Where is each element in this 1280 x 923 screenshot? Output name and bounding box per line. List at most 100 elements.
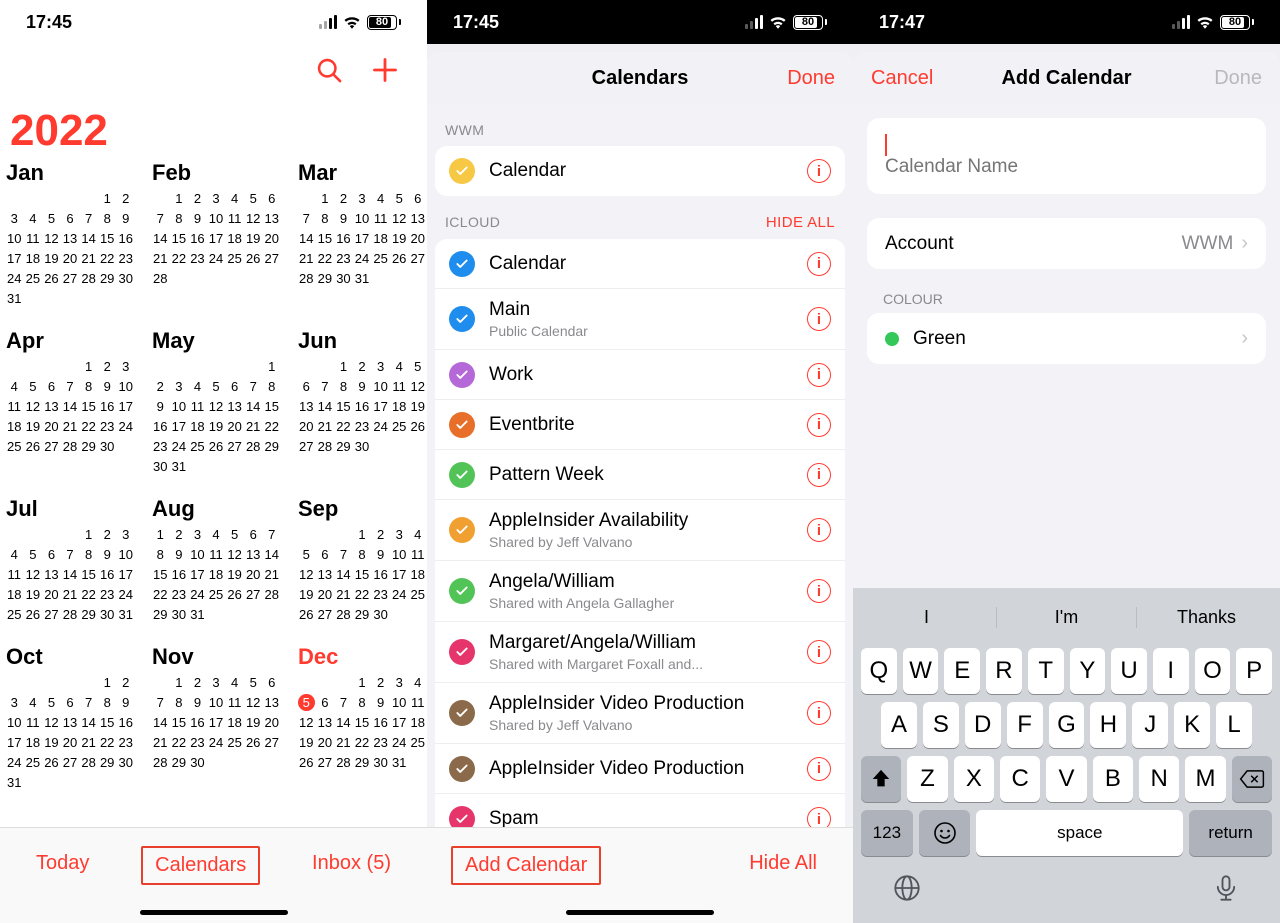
key-m[interactable]: M xyxy=(1185,756,1225,802)
space-key[interactable]: space xyxy=(976,810,1183,856)
month-may[interactable]: May0000001234567891011121314151617181920… xyxy=(152,328,280,478)
info-icon[interactable]: i xyxy=(807,413,831,437)
calendar-row[interactable]: AppleInsider Video Productioni xyxy=(435,744,845,794)
colour-row[interactable]: Green › xyxy=(867,313,1266,364)
info-icon[interactable]: i xyxy=(807,252,831,276)
month-mar[interactable]: Mar0123456789101112131415161718192021222… xyxy=(298,160,426,310)
key-h[interactable]: H xyxy=(1090,702,1126,748)
check-icon[interactable] xyxy=(449,578,475,604)
key-b[interactable]: B xyxy=(1093,756,1133,802)
suggestion[interactable]: I'm xyxy=(997,607,1137,628)
key-s[interactable]: S xyxy=(923,702,959,748)
month-jul[interactable]: Jul0000123456789101112131415161718192021… xyxy=(6,496,134,626)
key-l[interactable]: L xyxy=(1216,702,1252,748)
month-dec[interactable]: Dec0001234567891011121314151617181920212… xyxy=(298,644,426,794)
info-icon[interactable]: i xyxy=(807,463,831,487)
info-icon[interactable]: i xyxy=(807,363,831,387)
suggestion-bar[interactable]: II'mThanks xyxy=(857,594,1276,640)
month-jun[interactable]: Jun0012345678910111213141516171819202122… xyxy=(298,328,426,478)
key-z[interactable]: Z xyxy=(907,756,947,802)
key-e[interactable]: E xyxy=(944,648,980,694)
check-icon[interactable] xyxy=(449,412,475,438)
month-sep[interactable]: Sep0001234567891011121314151617181920212… xyxy=(298,496,426,626)
key-i[interactable]: I xyxy=(1153,648,1189,694)
calendar-row[interactable]: MainPublic Calendari xyxy=(435,289,845,350)
check-icon[interactable] xyxy=(449,639,475,665)
key-x[interactable]: X xyxy=(954,756,994,802)
shift-key[interactable] xyxy=(861,756,901,802)
calendar-row[interactable]: Calendari xyxy=(435,146,845,196)
check-icon[interactable] xyxy=(449,700,475,726)
suggestion[interactable]: I xyxy=(857,607,997,628)
calendar-row[interactable]: AppleInsider AvailabilityShared by Jeff … xyxy=(435,500,845,561)
calendar-row[interactable]: Margaret/Angela/WilliamShared with Marga… xyxy=(435,622,845,683)
hide-all-button[interactable]: Hide All xyxy=(737,846,829,881)
done-button[interactable]: Done xyxy=(769,52,853,104)
key-g[interactable]: G xyxy=(1049,702,1085,748)
info-icon[interactable]: i xyxy=(807,159,831,183)
check-icon[interactable] xyxy=(449,517,475,543)
key-d[interactable]: D xyxy=(965,702,1001,748)
key-a[interactable]: A xyxy=(881,702,917,748)
cancel-button[interactable]: Cancel xyxy=(853,52,951,104)
done-button[interactable]: Done xyxy=(1196,52,1280,104)
check-icon[interactable] xyxy=(449,362,475,388)
key-w[interactable]: W xyxy=(903,648,939,694)
key-t[interactable]: T xyxy=(1028,648,1064,694)
hide-all-link[interactable]: HIDE ALL xyxy=(766,214,835,231)
suggestion[interactable]: Thanks xyxy=(1137,607,1276,628)
check-icon[interactable] xyxy=(449,462,475,488)
key-y[interactable]: Y xyxy=(1070,648,1106,694)
account-row[interactable]: Account WWM › xyxy=(867,218,1266,269)
add-icon[interactable] xyxy=(371,56,399,89)
key-k[interactable]: K xyxy=(1174,702,1210,748)
home-indicator[interactable] xyxy=(140,910,288,915)
check-icon[interactable] xyxy=(449,158,475,184)
emoji-key[interactable] xyxy=(919,810,971,856)
key-v[interactable]: V xyxy=(1046,756,1086,802)
month-jan[interactable]: Jan0000012345678910111213141516171819202… xyxy=(6,160,134,310)
calendar-row[interactable]: Pattern Weeki xyxy=(435,450,845,500)
key-c[interactable]: C xyxy=(1000,756,1040,802)
globe-icon[interactable] xyxy=(893,874,921,907)
keyboard[interactable]: II'mThanks QWERTYUIOP ASDFGHJKL ZXCVBNM … xyxy=(853,588,1280,923)
calendar-name-input[interactable] xyxy=(885,156,1248,178)
info-icon[interactable]: i xyxy=(807,757,831,781)
calendar-name-row[interactable] xyxy=(867,118,1266,194)
key-n[interactable]: N xyxy=(1139,756,1179,802)
check-icon[interactable] xyxy=(449,756,475,782)
calendar-row[interactable]: AppleInsider Video ProductionShared by J… xyxy=(435,683,845,744)
info-icon[interactable]: i xyxy=(807,579,831,603)
check-icon[interactable] xyxy=(449,306,475,332)
key-o[interactable]: O xyxy=(1195,648,1231,694)
key-u[interactable]: U xyxy=(1111,648,1147,694)
key-f[interactable]: F xyxy=(1007,702,1043,748)
inbox-button[interactable]: Inbox (5) xyxy=(300,846,403,881)
month-nov[interactable]: Nov0123456789101112131415161718192021222… xyxy=(152,644,280,794)
month-feb[interactable]: Feb0123456789101112131415161718192021222… xyxy=(152,160,280,310)
today-button[interactable]: Today xyxy=(24,846,101,881)
calendar-row[interactable]: Angela/WilliamShared with Angela Gallagh… xyxy=(435,561,845,622)
numbers-key[interactable]: 123 xyxy=(861,810,913,856)
calendars-button[interactable]: Calendars xyxy=(141,846,260,885)
home-indicator[interactable] xyxy=(566,910,714,915)
info-icon[interactable]: i xyxy=(807,307,831,331)
key-r[interactable]: R xyxy=(986,648,1022,694)
search-icon[interactable] xyxy=(315,56,343,89)
month-oct[interactable]: Oct0000012345678910111213141516171819202… xyxy=(6,644,134,794)
year-grid[interactable]: Jan0000012345678910111213141516171819202… xyxy=(0,156,427,794)
key-q[interactable]: Q xyxy=(861,648,897,694)
info-icon[interactable]: i xyxy=(807,518,831,542)
calendar-row[interactable]: Calendari xyxy=(435,239,845,289)
month-apr[interactable]: Apr0000123456789101112131415161718192021… xyxy=(6,328,134,478)
info-icon[interactable]: i xyxy=(807,640,831,664)
calendar-row[interactable]: Worki xyxy=(435,350,845,400)
add-calendar-button[interactable]: Add Calendar xyxy=(451,846,601,885)
key-p[interactable]: P xyxy=(1236,648,1272,694)
backspace-key[interactable] xyxy=(1232,756,1272,802)
return-key[interactable]: return xyxy=(1189,810,1272,856)
mic-icon[interactable] xyxy=(1212,874,1240,907)
check-icon[interactable] xyxy=(449,251,475,277)
calendar-row[interactable]: Eventbritei xyxy=(435,400,845,450)
month-aug[interactable]: Aug1234567891011121314151617181920212223… xyxy=(152,496,280,626)
